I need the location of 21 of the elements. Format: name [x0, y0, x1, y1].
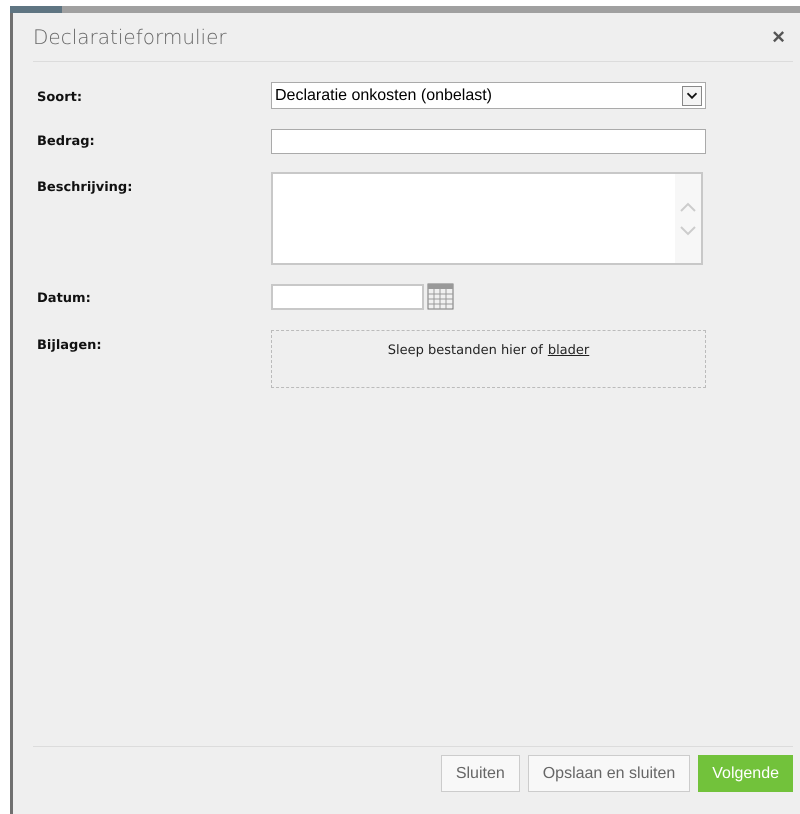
- date-field[interactable]: [271, 284, 424, 310]
- caret-icon: [682, 86, 702, 106]
- type-dropdown[interactable]: Declaratie onkosten (onbelast): [271, 82, 706, 109]
- calendar-icon[interactable]: [427, 283, 454, 310]
- field-label: Bedrag:: [37, 132, 96, 151]
- field-label: Soort:: [37, 89, 84, 107]
- dropdown-value: Declaratie onkosten (onbelast): [275, 86, 492, 106]
- browse-link[interactable]: blader: [548, 341, 590, 387]
- field-label: Bijlagen:: [37, 337, 103, 355]
- scroll-up-icon[interactable]: [679, 202, 697, 212]
- file-drop-zone[interactable]: Sleep bestanden hier of blader: [271, 330, 706, 388]
- description-field[interactable]: [271, 172, 703, 265]
- drop-hint: Sleep bestanden hier of: [388, 342, 543, 360]
- field-label: Beschrijving:: [37, 179, 134, 197]
- dialog-button[interactable]: Opslaan en sluiten: [528, 755, 690, 792]
- field-label: Datum:: [37, 290, 92, 308]
- close-button[interactable]: ×: [772, 26, 785, 48]
- dialog-title: Declaratieformulier: [33, 24, 227, 51]
- dialog-button[interactable]: Sluiten: [440, 755, 520, 792]
- scroll-down-icon[interactable]: [679, 226, 697, 236]
- amount-field[interactable]: [271, 129, 706, 154]
